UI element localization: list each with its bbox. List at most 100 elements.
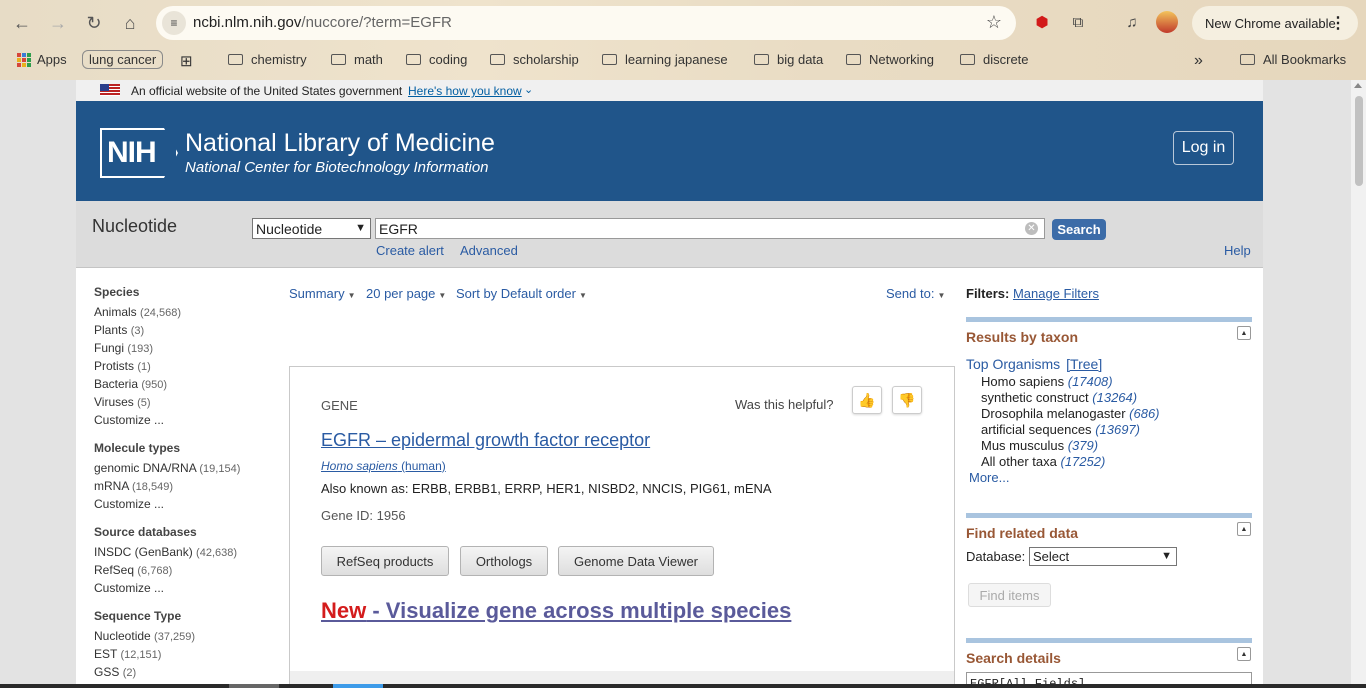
summary-format-dropdown[interactable]: Summary ▼ — [289, 286, 356, 301]
top-organisms[interactable]: Top Organisms [Tree] — [966, 356, 1102, 372]
adblock-extension-icon[interactable]: ⬢ — [1031, 11, 1053, 33]
facet-item[interactable]: Bacteria (950) — [94, 375, 264, 393]
bookmark-lung-cancer[interactable]: lung cancer — [82, 50, 164, 69]
manage-filters-link[interactable]: Manage Filters — [1013, 286, 1099, 301]
bookmark-folder-scholarship[interactable]: scholarship — [490, 52, 579, 67]
taxon-row[interactable]: artificial sequences (13697) — [981, 422, 1140, 437]
folder-icon — [1240, 54, 1255, 65]
visualize-gene-link[interactable]: New - Visualize gene across multiple spe… — [321, 598, 791, 624]
bookmark-all-bookmarks[interactable]: All Bookmarks — [1240, 52, 1346, 67]
facet-item[interactable]: Viruses (5) — [94, 393, 264, 411]
facet-item[interactable]: INSDC (GenBank) (42,638) — [94, 543, 264, 561]
facet-item[interactable]: Fungi (193) — [94, 339, 264, 357]
forward-icon[interactable]: → — [44, 9, 72, 37]
chevron-down-icon[interactable]: ⌄ — [524, 83, 533, 96]
search-button[interactable]: Search — [1052, 219, 1106, 240]
nih-logo[interactable]: NIH — [100, 128, 178, 178]
gene-organism-link[interactable]: Homo sapiens (human) — [321, 459, 446, 473]
reload-icon[interactable]: ↻ — [80, 9, 108, 37]
facet-customize[interactable]: Customize ... — [94, 411, 264, 429]
taskbar-strip — [0, 684, 1366, 688]
facet-item[interactable]: Nucleotide (37,259) — [94, 627, 264, 645]
facet-customize[interactable]: Customize ... — [94, 495, 264, 513]
bookmark-folder-math[interactable]: math — [331, 52, 383, 67]
taxon-row[interactable]: synthetic construct (13264) — [981, 390, 1137, 405]
extensions-puzzle-icon[interactable]: ⧉ — [1067, 11, 1089, 33]
create-alert-link[interactable]: Create alert — [376, 243, 444, 258]
facet-item[interactable]: Animals (24,568) — [94, 303, 264, 321]
new-chrome-available-button[interactable]: New Chrome available ⋮ — [1192, 6, 1358, 40]
search-input[interactable]: EGFR ✕ — [375, 218, 1045, 239]
database-label: Database: — [966, 549, 1026, 564]
bookmark-folder-big-data[interactable]: big data — [754, 52, 823, 67]
sort-order-dropdown[interactable]: Sort by Default order ▼ — [456, 286, 587, 301]
address-bar[interactable]: ≡ ncbi.nlm.nih.gov/nuccore/?term=EGFR ☆ — [156, 6, 1016, 40]
thumbs-down-icon[interactable]: 👎 — [892, 386, 922, 414]
facet-item[interactable]: GSS (2) — [94, 663, 264, 681]
collapse-icon[interactable]: ▲ — [1237, 522, 1251, 536]
scroll-up-icon[interactable] — [1354, 83, 1362, 88]
chrome-menu-icon[interactable]: ⋮ — [1330, 13, 1346, 33]
taxon-row[interactable]: Homo sapiens (17408) — [981, 374, 1113, 389]
gene-label: GENE — [321, 398, 358, 413]
orthologs-button[interactable]: Orthologs — [460, 546, 548, 576]
facet-molecule-types: Molecule types genomic DNA/RNA (19,154) … — [94, 441, 264, 513]
nih-header: NIH National Library of Medicine Nationa… — [76, 101, 1263, 201]
tab-groups-icon[interactable]: ⊞ — [180, 52, 193, 70]
facet-item[interactable]: RefSeq (6,768) — [94, 561, 264, 579]
media-controls-icon[interactable]: ♫ — [1121, 11, 1143, 33]
per-page-dropdown[interactable]: 20 per page ▼ — [366, 286, 446, 301]
scrollbar-thumb[interactable] — [1355, 96, 1363, 186]
portlet-divider — [966, 638, 1252, 643]
facet-item[interactable]: Protists (1) — [94, 357, 264, 375]
related-database-select[interactable]: Select ▼ — [1029, 547, 1177, 566]
url-text[interactable]: ncbi.nlm.nih.gov/nuccore/?term=EGFR — [193, 14, 452, 31]
bookmark-folder-networking[interactable]: Networking — [846, 52, 934, 67]
facet-item[interactable]: EST (12,151) — [94, 645, 264, 663]
profile-avatar-icon[interactable] — [1156, 11, 1178, 33]
genome-data-viewer-button[interactable]: Genome Data Viewer — [558, 546, 714, 576]
refseq-products-button[interactable]: RefSeq products — [321, 546, 449, 576]
bookmark-apps[interactable]: Apps — [17, 52, 67, 67]
send-to-dropdown[interactable]: Send to: ▼ — [886, 286, 945, 301]
site-title[interactable]: National Library of Medicine — [185, 129, 495, 158]
folder-icon — [602, 54, 617, 65]
login-button[interactable]: Log in — [1173, 131, 1234, 165]
find-items-button[interactable]: Find items — [968, 583, 1051, 607]
folder-icon — [406, 54, 421, 65]
taxon-row[interactable]: All other taxa (17252) — [981, 454, 1105, 469]
facet-item[interactable]: Plants (3) — [94, 321, 264, 339]
more-taxa-link[interactable]: More... — [969, 470, 1009, 485]
facet-customize[interactable]: Customize ... — [94, 579, 264, 597]
help-link[interactable]: Help — [1224, 243, 1251, 258]
clear-search-icon[interactable]: ✕ — [1025, 222, 1038, 235]
back-icon[interactable]: ← — [8, 9, 36, 37]
collapse-icon[interactable]: ▲ — [1237, 326, 1251, 340]
advanced-search-link[interactable]: Advanced — [460, 243, 518, 258]
thumbs-up-icon[interactable]: 👍 — [852, 386, 882, 414]
page-scrollbar[interactable] — [1351, 80, 1366, 688]
helpful-prompt: Was this helpful? — [735, 397, 834, 412]
gene-title-link[interactable]: EGFR – epidermal growth factor receptor — [321, 430, 650, 451]
bookmark-folder-discrete[interactable]: discrete — [960, 52, 1029, 67]
gene-aliases: Also known as: ERBB, ERBB1, ERRP, HER1, … — [321, 481, 772, 496]
filters-line: Filters: Manage Filters — [966, 286, 1099, 301]
database-select[interactable]: Nucleotide ▼ — [252, 218, 371, 239]
bookmark-folder-coding[interactable]: coding — [406, 52, 467, 67]
tree-link[interactable]: [Tree] — [1066, 356, 1102, 372]
bookmark-folder-learning-japanese[interactable]: learning japanese — [602, 52, 728, 67]
heres-how-you-know-link[interactable]: Here's how you know — [408, 84, 522, 98]
ncbi-page: An official website of the United States… — [76, 80, 1263, 688]
site-info-icon[interactable]: ≡ — [162, 11, 186, 35]
home-icon[interactable]: ⌂ — [116, 9, 144, 37]
bookmarks-overflow-icon[interactable]: » — [1194, 52, 1203, 70]
facet-item[interactable]: genomic DNA/RNA (19,154) — [94, 459, 264, 477]
taxon-row[interactable]: Drosophila melanogaster (686) — [981, 406, 1160, 421]
portlet-divider — [966, 317, 1252, 322]
bookmarks-bar: Apps lung cancer ⊞ chemistry math coding… — [0, 47, 1366, 75]
collapse-icon[interactable]: ▲ — [1237, 647, 1251, 661]
taxon-row[interactable]: Mus musculus (379) — [981, 438, 1098, 453]
bookmark-folder-chemistry[interactable]: chemistry — [228, 52, 307, 67]
facet-item[interactable]: mRNA (18,549) — [94, 477, 264, 495]
bookmark-star-icon[interactable]: ☆ — [986, 12, 1002, 33]
